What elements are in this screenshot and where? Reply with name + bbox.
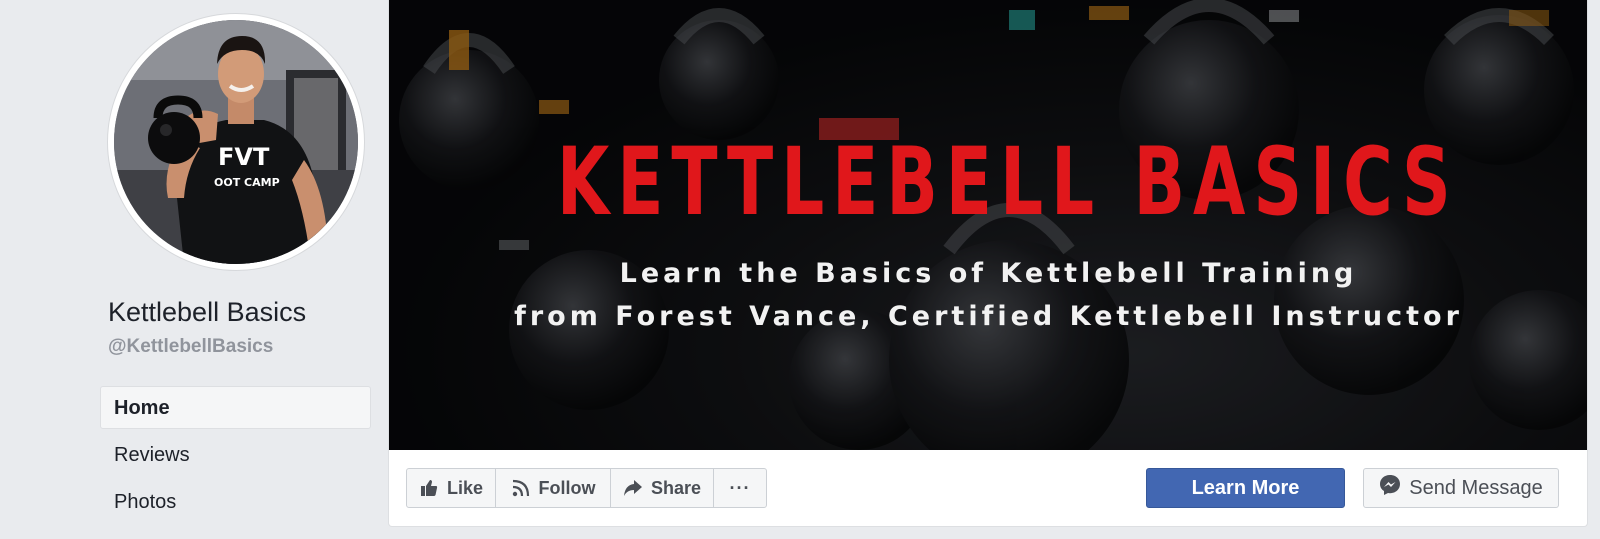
follow-button[interactable]: Follow (496, 469, 611, 507)
page-header-card: KETTLEBELL BASICS Learn the Basics of Ke… (388, 0, 1588, 527)
page-action-bar: Like Follow Share ··· Learn More Send Me… (389, 450, 1587, 526)
page-sidebar: FVT OOT CAMP Kettlebell Basics @Kettlebe… (0, 0, 380, 539)
avatar-photo: FVT OOT CAMP (114, 20, 358, 264)
like-label: Like (446, 477, 484, 498)
nav-item-reviews[interactable]: Reviews (100, 433, 371, 476)
avatar-shirt-subtext: OOT CAMP (214, 176, 280, 189)
share-button[interactable]: Share (611, 469, 714, 507)
follow-label: Follow (538, 477, 596, 498)
cover-subtitle-line1: Learn the Basics of Kettlebell Training (619, 258, 1358, 289)
like-button[interactable]: Like (407, 469, 496, 507)
send-message-label: Send Message (1409, 476, 1543, 499)
page-title[interactable]: Kettlebell Basics (108, 297, 306, 328)
rss-follow-icon (511, 478, 531, 498)
page-username[interactable]: @KettlebellBasics (108, 336, 273, 358)
share-arrow-icon (623, 478, 643, 498)
learn-more-button[interactable]: Learn More (1146, 468, 1345, 508)
share-label: Share (650, 477, 702, 498)
thumbs-up-icon (419, 478, 439, 498)
page-actions-group: Like Follow Share ··· (406, 468, 767, 508)
nav-item-home[interactable]: Home (100, 386, 371, 429)
page-nav: Home Reviews Photos (100, 386, 371, 527)
avatar-shirt-text: FVT (218, 143, 270, 171)
more-options-button[interactable]: ··· (714, 469, 766, 507)
ellipsis-icon: ··· (729, 477, 751, 498)
cover-subtitle-line2: from Forest Vance, Certified Kettlebell … (514, 301, 1463, 332)
messenger-icon (1379, 474, 1401, 502)
profile-picture[interactable]: FVT OOT CAMP (108, 14, 364, 270)
nav-item-photos[interactable]: Photos (100, 480, 371, 523)
cover-title: KETTLEBELL BASICS (556, 128, 1459, 237)
send-message-button[interactable]: Send Message (1363, 468, 1559, 508)
avatar[interactable]: FVT OOT CAMP (114, 20, 358, 264)
cover-photo[interactable]: KETTLEBELL BASICS Learn the Basics of Ke… (389, 0, 1587, 450)
